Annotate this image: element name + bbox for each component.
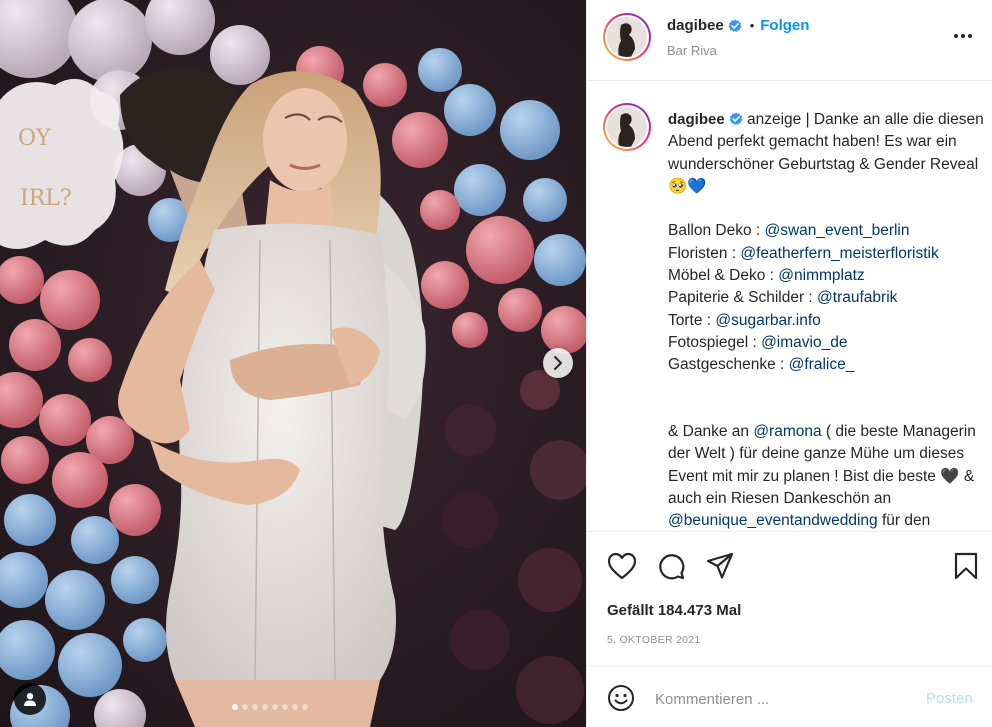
save-button[interactable] bbox=[954, 552, 978, 585]
user-tag-icon bbox=[24, 693, 36, 706]
share-icon bbox=[706, 552, 734, 579]
mention-link[interactable]: @swan_event_berlin bbox=[765, 222, 910, 239]
svg-text:OY: OY bbox=[18, 126, 51, 151]
credit-label: Gastgeschenke : bbox=[668, 356, 789, 374]
caption-username[interactable]: dagibee bbox=[668, 111, 725, 128]
comment-input[interactable] bbox=[655, 685, 915, 713]
header-separator: • bbox=[749, 18, 755, 33]
carousel-dot bbox=[282, 704, 288, 710]
verified-badge-icon bbox=[729, 112, 743, 125]
follow-button[interactable]: Folgen bbox=[760, 17, 809, 34]
caption-outro-prefix: & Danke an bbox=[668, 423, 754, 441]
mention-link[interactable]: @sugarbar.info bbox=[715, 312, 820, 329]
credit-label: Fotospiegel : bbox=[668, 333, 762, 351]
credit-label: Möbel & Deko : bbox=[668, 267, 779, 285]
carousel-dot bbox=[262, 704, 268, 710]
comment-button[interactable] bbox=[657, 552, 685, 585]
bookmark-icon bbox=[954, 552, 978, 580]
caption-avatar[interactable] bbox=[603, 103, 651, 151]
comment-bar: Posten bbox=[587, 666, 992, 727]
avatar[interactable] bbox=[603, 13, 651, 61]
mention-link[interactable]: @beunique_eventandwedding bbox=[668, 512, 878, 529]
avatar-image bbox=[607, 17, 647, 57]
like-button[interactable] bbox=[607, 552, 637, 585]
svg-text:IRL?: IRL? bbox=[20, 186, 72, 211]
header-user-row: dagibee • Folgen bbox=[667, 17, 809, 34]
mention-link[interactable]: @nimmplatz bbox=[778, 267, 864, 284]
credit-label: Torte : bbox=[668, 311, 716, 329]
verified-badge-icon bbox=[728, 19, 742, 32]
mention-link[interactable]: @fralice_ bbox=[789, 356, 855, 373]
carousel-dot bbox=[252, 704, 258, 710]
credit-label: Ballon Deko : bbox=[668, 222, 765, 240]
header-username[interactable]: dagibee bbox=[667, 17, 724, 34]
carousel-dot bbox=[292, 704, 298, 710]
emoji-button[interactable] bbox=[607, 684, 635, 717]
post-header: dagibee • Folgen Bar Riva bbox=[587, 0, 992, 81]
avatar-image bbox=[607, 107, 647, 147]
heart-icon bbox=[607, 552, 637, 580]
post-photo: OY IRL? bbox=[0, 0, 586, 727]
mention-link[interactable]: @traufabrik bbox=[817, 289, 897, 306]
chevron-right-icon bbox=[554, 356, 562, 370]
carousel-dot bbox=[272, 704, 278, 710]
credit-label: Floristen : bbox=[668, 244, 741, 262]
user-tags-button[interactable] bbox=[14, 683, 46, 715]
more-options-button[interactable] bbox=[953, 26, 973, 44]
caption-text: dagibee anzeige | Danke an alle die dies… bbox=[668, 109, 984, 531]
credit-label: Papiterie & Schilder : bbox=[668, 289, 818, 307]
post-side-panel: dagibee • Folgen Bar Riva dagibee anzeig… bbox=[586, 0, 992, 727]
post-date: 5. OKTOBER 2021 bbox=[607, 634, 701, 646]
carousel-indicator bbox=[232, 704, 308, 710]
action-bar: Gefällt 184.473 Mal 5. OKTOBER 2021 bbox=[587, 531, 992, 666]
mention-link[interactable]: @featherfern_meisterfloristik bbox=[740, 245, 938, 262]
carousel-dot bbox=[302, 704, 308, 710]
comment-icon bbox=[659, 554, 685, 580]
more-options-icon bbox=[954, 34, 972, 38]
mention-link[interactable]: @imavio_de bbox=[761, 334, 847, 351]
mention-link[interactable]: @ramona bbox=[753, 423, 821, 440]
carousel-dot bbox=[232, 704, 238, 710]
carousel-next-button[interactable] bbox=[543, 348, 573, 378]
emoji-icon bbox=[608, 685, 634, 711]
post-media[interactable]: OY IRL? bbox=[0, 0, 586, 727]
likes-count[interactable]: Gefällt 184.473 Mal bbox=[607, 602, 741, 619]
post-comment-button[interactable]: Posten bbox=[926, 690, 973, 707]
caption-credits: Ballon Deko : @swan_event_berlin Florist… bbox=[668, 222, 939, 373]
caption-outro-tail: für den bbox=[877, 512, 931, 530]
carousel-dot bbox=[242, 704, 248, 710]
post-location[interactable]: Bar Riva bbox=[667, 43, 717, 58]
share-button[interactable] bbox=[706, 552, 734, 585]
caption-section: dagibee anzeige | Danke an alle die dies… bbox=[587, 81, 992, 531]
